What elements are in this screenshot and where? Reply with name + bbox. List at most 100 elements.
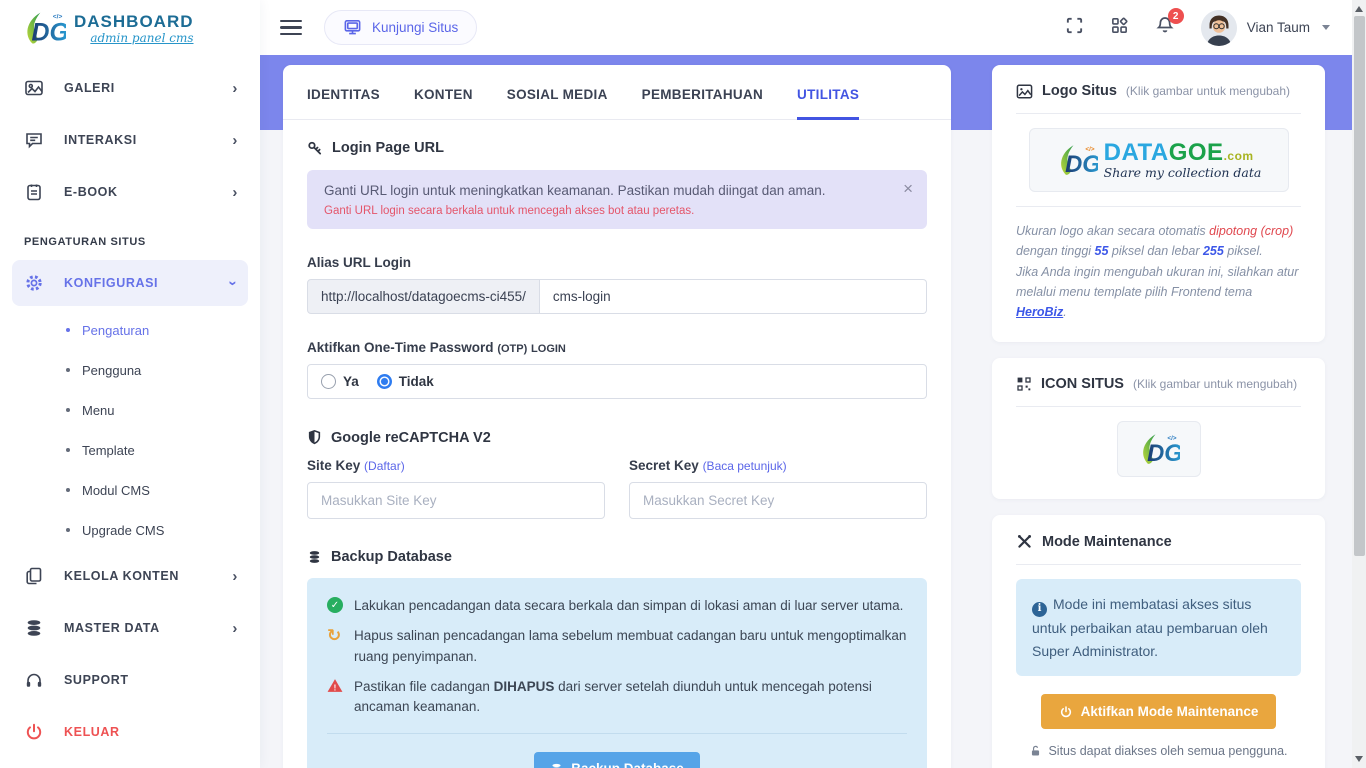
radio-unchecked-icon[interactable]	[321, 374, 336, 389]
warning-icon: !	[327, 678, 343, 693]
power-icon	[1059, 705, 1073, 719]
sidebar-item-label: MASTER DATA	[64, 621, 160, 635]
database-icon	[307, 549, 322, 565]
site-key-label: Site Key (Daftar)	[307, 458, 605, 473]
tab-pemberitahuan[interactable]: PEMBERITAHUAN	[642, 87, 763, 119]
sidebar-item-interaksi[interactable]: INTERAKSI ›	[0, 114, 260, 166]
sidebar-item-konfigurasi[interactable]: KONFIGURASI ›	[12, 260, 248, 306]
notification-badge: 2	[1168, 8, 1184, 24]
page-scrollbar[interactable]	[1352, 0, 1366, 768]
notifications-button[interactable]: 2	[1155, 15, 1175, 40]
info-icon: i	[1032, 602, 1047, 617]
bullet-icon	[66, 368, 70, 372]
sidebar-item-label: GALERI	[64, 81, 115, 95]
secret-key-input[interactable]	[629, 482, 927, 519]
qr-code-icon	[1016, 376, 1032, 392]
sidebar-subitem-menu[interactable]: Menu	[0, 390, 260, 430]
maintenance-note: Situs dapat diakses oleh semua pengguna.	[1016, 744, 1301, 758]
tab-identitas[interactable]: IDENTITAS	[307, 87, 380, 119]
right-column: Logo Situs (Klik gambar untuk mengubah) …	[992, 65, 1325, 768]
sidebar-item-kelola-konten[interactable]: KELOLA KONTEN ›	[0, 550, 260, 602]
otp-option-tidak[interactable]: Tidak	[377, 374, 434, 389]
sidebar-subitem-modul-cms[interactable]: Modul CMS	[0, 470, 260, 510]
tab-sosial-media[interactable]: SOSIAL MEDIA	[507, 87, 608, 119]
sidebar-item-label: E-BOOK	[64, 185, 118, 199]
sidebar-section-label: PENGATURAN SITUS	[0, 218, 260, 256]
chevron-down-icon: ›	[226, 280, 241, 286]
user-menu[interactable]: Vian Taum	[1201, 10, 1330, 46]
sidebar-item-keluar[interactable]: KELUAR	[0, 706, 260, 758]
bullet-icon	[66, 328, 70, 332]
icon-situs-heading: ICON SITUS (Klik gambar untuk mengubah)	[1016, 376, 1301, 392]
site-key-register-link[interactable]: (Daftar)	[364, 459, 405, 473]
database-icon	[24, 618, 44, 638]
sidebar-item-ebook[interactable]: E-BOOK ›	[0, 166, 260, 218]
refresh-icon: ↻	[327, 627, 343, 667]
tab-utilitas[interactable]: UTILITAS	[797, 87, 859, 120]
otp-radio-group: Ya Tidak	[307, 364, 927, 399]
radio-checked-icon[interactable]	[377, 374, 392, 389]
scroll-down-arrow-icon[interactable]	[1355, 756, 1363, 762]
url-prefix-addon: http://localhost/datagoecms-ci455/	[307, 279, 540, 314]
site-logo-image[interactable]: DG </> DATAGOE.com Share my collection d…	[1029, 128, 1289, 192]
backup-database-button[interactable]: Backup Database	[534, 752, 700, 768]
otp-option-ya[interactable]: Ya	[321, 374, 359, 389]
site-icon-image[interactable]: DG </>	[1117, 421, 1201, 477]
subitem-label: Pengaturan	[82, 323, 149, 338]
chat-icon	[24, 130, 44, 150]
content-area: IDENTITAS KONTEN SOSIAL MEDIA PEMBERITAH…	[260, 55, 1352, 768]
sidebar-subitem-pengguna[interactable]: Pengguna	[0, 350, 260, 390]
scrollbar-thumb[interactable]	[1354, 16, 1365, 556]
fullscreen-button[interactable]	[1065, 16, 1084, 40]
svg-text:DG: DG	[1147, 440, 1180, 467]
herobiz-link[interactable]: HeroBiz	[1016, 305, 1063, 319]
sidebar-item-label: KELUAR	[64, 725, 120, 739]
gear-icon	[24, 273, 44, 293]
sidebar-subitem-template[interactable]: Template	[0, 430, 260, 470]
menu-toggle-icon[interactable]	[280, 16, 302, 40]
sidebar-subitem-upgrade-cms[interactable]: Upgrade CMS	[0, 510, 260, 550]
divider	[1016, 113, 1301, 114]
activate-maintenance-button[interactable]: Aktifkan Mode Maintenance	[1041, 694, 1277, 729]
subitem-label: Menu	[82, 403, 115, 418]
svg-text:DG: DG	[32, 18, 66, 46]
site-key-input[interactable]	[307, 482, 605, 519]
chevron-right-icon: ›	[232, 81, 238, 96]
logo-situs-heading: Logo Situs (Klik gambar untuk mengubah)	[1016, 83, 1301, 99]
maintenance-card: Mode Maintenance iMode ini membatasi aks…	[992, 515, 1325, 768]
chevron-down-icon	[1322, 25, 1330, 30]
svg-text:DG: DG	[1065, 151, 1098, 178]
logo-situs-card: Logo Situs (Klik gambar untuk mengubah) …	[992, 65, 1325, 342]
tab-konten[interactable]: KONTEN	[414, 87, 473, 119]
subitem-label: Pengguna	[82, 363, 141, 378]
bullet-icon	[66, 408, 70, 412]
backup-tip: ✓ Lakukan pencadangan data secara berkal…	[327, 596, 907, 616]
secret-key-guide-link[interactable]: (Baca petunjuk)	[703, 459, 787, 473]
chevron-right-icon: ›	[232, 569, 238, 584]
maintenance-info-box: iMode ini membatasi akses situs untuk pe…	[1016, 579, 1301, 676]
close-icon[interactable]: ×	[903, 180, 913, 197]
sidebar-item-label: INTERAKSI	[64, 133, 137, 147]
brand-logo[interactable]: DG </> DASHBOARD admin panel cms	[0, 0, 260, 56]
sidebar-subitem-pengaturan[interactable]: Pengaturan	[0, 310, 260, 350]
monitor-icon	[343, 18, 362, 37]
maintenance-heading: Mode Maintenance	[1016, 533, 1301, 550]
visit-site-button[interactable]: Kunjungi Situs	[324, 10, 477, 45]
sidebar-item-label: KELOLA KONTEN	[64, 569, 179, 583]
scroll-up-arrow-icon[interactable]	[1355, 6, 1363, 12]
svg-text:</>: </>	[1167, 435, 1176, 442]
svg-text:!: !	[334, 683, 337, 692]
power-icon	[24, 722, 44, 742]
alert-main-text: Ganti URL login untuk meningkatkan keama…	[324, 183, 887, 198]
alias-url-input[interactable]	[540, 279, 927, 314]
sidebar-item-master-data[interactable]: MASTER DATA ›	[0, 602, 260, 654]
subitem-label: Modul CMS	[82, 483, 150, 498]
sidebar-item-support[interactable]: SUPPORT	[0, 654, 260, 706]
visit-site-label: Kunjungi Situs	[372, 20, 458, 35]
ebook-icon	[24, 182, 44, 202]
lock-open-icon	[1029, 744, 1042, 758]
tools-icon	[1016, 533, 1033, 550]
sidebar-item-galeri[interactable]: GALERI ›	[0, 62, 260, 114]
apps-menu-button[interactable]	[1110, 16, 1129, 40]
logo-tagline: Share my collection data	[1104, 167, 1262, 180]
